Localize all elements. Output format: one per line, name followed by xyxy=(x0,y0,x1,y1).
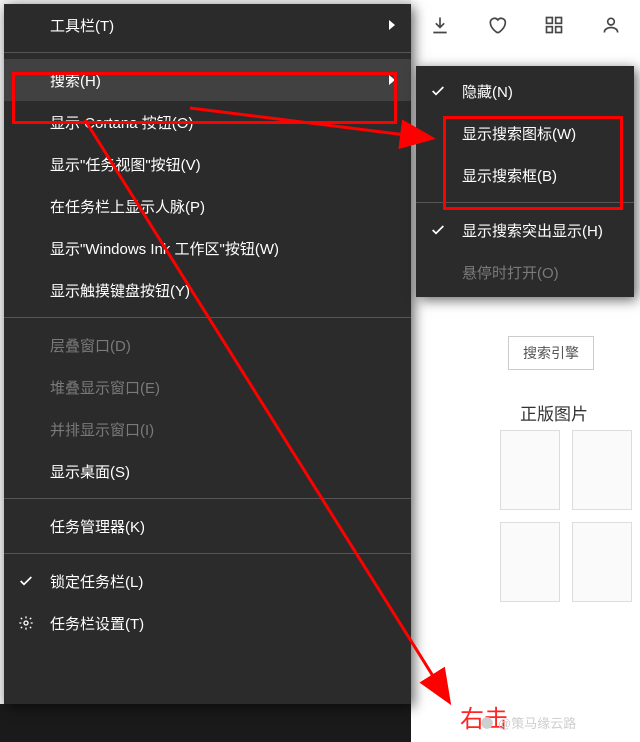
menu-item-label: 锁定任务栏(L) xyxy=(50,571,143,592)
main-menu-item-5[interactable]: 显示"Windows Ink 工作区"按钮(W) xyxy=(4,227,411,269)
sub-menu-item-2[interactable]: 显示搜索框(B) xyxy=(416,154,634,196)
check-icon xyxy=(430,83,446,99)
thumbnail[interactable] xyxy=(500,430,560,510)
thumbnail[interactable] xyxy=(500,522,560,602)
menu-item-label: 任务栏设置(T) xyxy=(50,613,144,634)
menu-item-label: 层叠窗口(D) xyxy=(50,335,131,356)
main-menu-item-4[interactable]: 在任务栏上显示人脉(P) xyxy=(4,185,411,227)
heading-genuine-images: 正版图片 xyxy=(520,400,588,425)
menu-item-label: 工具栏(T) xyxy=(50,15,114,36)
thumbnail-grid xyxy=(500,430,640,602)
sub-menu-item-3[interactable]: 显示搜索突出显示(H) xyxy=(416,209,634,251)
menu-item-label: 显示"任务视图"按钮(V) xyxy=(50,154,201,175)
heart-icon[interactable] xyxy=(487,15,507,35)
menu-item-label: 任务管理器(K) xyxy=(50,516,145,537)
main-menu-item-6[interactable]: 显示触摸键盘按钮(Y) xyxy=(4,269,411,311)
menu-item-label: 显示搜索框(B) xyxy=(462,165,557,186)
menu-separator xyxy=(4,52,411,53)
menu-item-label: 堆叠显示窗口(E) xyxy=(50,377,160,398)
menu-item-label: 显示"Windows Ink 工作区"按钮(W) xyxy=(50,238,279,259)
main-menu-item-13[interactable]: 任务栏设置(T) xyxy=(4,602,411,644)
menu-item-label: 显示搜索图标(W) xyxy=(462,123,576,144)
menu-separator xyxy=(4,498,411,499)
main-menu-item-12[interactable]: 锁定任务栏(L) xyxy=(4,560,411,602)
menu-item-label: 显示 Cortana 按钮(O) xyxy=(50,112,193,133)
main-menu-item-9: 并排显示窗口(I) xyxy=(4,408,411,450)
chevron-right-icon xyxy=(389,75,395,85)
menu-item-label: 并排显示窗口(I) xyxy=(50,419,154,440)
taskbar-context-menu: 工具栏(T) 搜索(H) 显示 Cortana 按钮(O) 显示"任务视图"按钮(V)… xyxy=(4,4,411,704)
search-submenu: 隐藏(N) 显示搜索图标(W) 显示搜索框(B) 显示搜索突出显示(H) 悬停时打开(O… xyxy=(416,66,634,297)
menu-item-label: 在任务栏上显示人脉(P) xyxy=(50,196,205,217)
menu-item-label: 显示桌面(S) xyxy=(50,461,130,482)
gear-icon xyxy=(18,615,34,631)
thumbnail[interactable] xyxy=(572,522,632,602)
check-icon xyxy=(430,222,446,238)
menu-separator xyxy=(4,317,411,318)
chevron-right-icon xyxy=(389,20,395,30)
main-menu-item-10[interactable]: 显示桌面(S) xyxy=(4,450,411,492)
main-menu-item-8: 堆叠显示窗口(E) xyxy=(4,366,411,408)
sub-menu-item-0[interactable]: 隐藏(N) xyxy=(416,70,634,112)
main-menu-item-2[interactable]: 显示 Cortana 按钮(O) xyxy=(4,101,411,143)
menu-item-label: 搜索(H) xyxy=(50,70,101,91)
main-menu-item-0[interactable]: 工具栏(T) xyxy=(4,4,411,46)
paw-icon xyxy=(480,716,494,730)
sub-menu-item-1[interactable]: 显示搜索图标(W) xyxy=(416,112,634,154)
sub-menu-item-4: 悬停时打开(O) xyxy=(416,251,634,293)
watermark-text: @策马缘云路 xyxy=(498,713,576,732)
menu-item-label: 隐藏(N) xyxy=(462,81,513,102)
menu-item-label: 悬停时打开(O) xyxy=(462,262,559,283)
menu-separator xyxy=(4,553,411,554)
menu-separator xyxy=(416,202,634,203)
watermark: @策马缘云路 xyxy=(480,713,576,732)
main-menu-item-1[interactable]: 搜索(H) xyxy=(4,59,411,101)
user-icon[interactable] xyxy=(601,15,621,35)
main-menu-item-3[interactable]: 显示"任务视图"按钮(V) xyxy=(4,143,411,185)
download-icon[interactable] xyxy=(430,15,450,35)
menu-item-label: 显示触摸键盘按钮(Y) xyxy=(50,280,190,301)
main-menu-item-11[interactable]: 任务管理器(K) xyxy=(4,505,411,547)
pill-search-engine[interactable]: 搜索引擎 xyxy=(508,336,594,370)
main-menu-item-7: 层叠窗口(D) xyxy=(4,324,411,366)
thumbnail[interactable] xyxy=(572,430,632,510)
apps-icon[interactable] xyxy=(544,15,564,35)
menu-item-label: 显示搜索突出显示(H) xyxy=(462,220,603,241)
check-icon xyxy=(18,573,34,589)
top-toolbar xyxy=(411,0,640,50)
